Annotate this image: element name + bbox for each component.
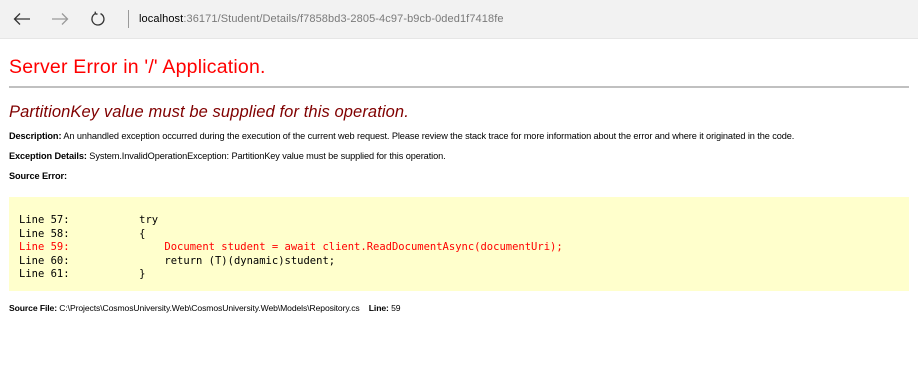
browser-toolbar: localhost:36171/Student/Details/f7858bd3… xyxy=(0,0,918,39)
code-text: return (T)(dynamic)student; xyxy=(139,254,336,267)
refresh-button[interactable] xyxy=(82,3,114,35)
code-text: } xyxy=(139,268,146,281)
line-number: Line 57: xyxy=(19,214,70,226)
line-number: Line 60: xyxy=(19,254,70,267)
line-number: Line 58: xyxy=(19,227,70,240)
code-line: Line 60: return (T)(dynamic)student; xyxy=(19,255,909,269)
code-text: Document student = await client.ReadDocu… xyxy=(139,241,563,254)
source-code-box: Line 57: try Line 58: { Line 59: Documen… xyxy=(9,197,909,291)
url-path: :36171/Student/Details/f7858bd3-2805-4c9… xyxy=(183,13,504,25)
code-line-highlighted: Line 59: Document student = await client… xyxy=(19,241,909,255)
source-file-label: Source File: xyxy=(9,303,57,313)
source-file-path: C:\Projects\CosmosUniversity.Web\CosmosU… xyxy=(57,303,360,313)
error-message: PartitionKey value must be supplied for … xyxy=(9,103,409,121)
back-arrow-icon xyxy=(13,13,30,25)
source-error: Source Error: xyxy=(9,171,909,181)
line-number: Line 61: xyxy=(19,268,70,281)
line-number: Line 59: xyxy=(19,241,70,254)
url-host: localhost xyxy=(139,13,184,25)
line-value: 59 xyxy=(388,303,401,313)
code-line: Line 58: { xyxy=(19,228,909,242)
code-text: { xyxy=(139,227,146,240)
code-line: Line 57: try xyxy=(19,214,909,228)
source-error-label: Source Error: xyxy=(9,171,67,181)
source-file: Source File: C:\Projects\CosmosUniversit… xyxy=(9,303,909,313)
code-line: Line 61: } xyxy=(19,268,909,282)
page-title: Server Error in '/' Application. xyxy=(9,56,266,78)
description: Description: An unhandled exception occu… xyxy=(9,131,909,141)
exception-label: Exception Details: xyxy=(9,151,87,161)
refresh-icon xyxy=(91,11,105,26)
description-label: Description: xyxy=(9,131,62,141)
description-text: An unhandled exception occurred during t… xyxy=(61,131,795,141)
code-text: try xyxy=(139,214,159,226)
forward-button[interactable] xyxy=(44,3,76,35)
exception-details: Exception Details: System.InvalidOperati… xyxy=(9,151,909,161)
address-bar[interactable]: localhost:36171/Student/Details/f7858bd3… xyxy=(139,13,504,25)
address-separator xyxy=(128,10,129,28)
line-label: Line: xyxy=(368,303,389,313)
back-button[interactable] xyxy=(6,3,38,35)
forward-arrow-icon xyxy=(52,13,69,25)
error-page: Server Error in '/' Application. Partiti… xyxy=(0,39,918,313)
exception-text: System.InvalidOperationException: Partit… xyxy=(86,151,446,161)
